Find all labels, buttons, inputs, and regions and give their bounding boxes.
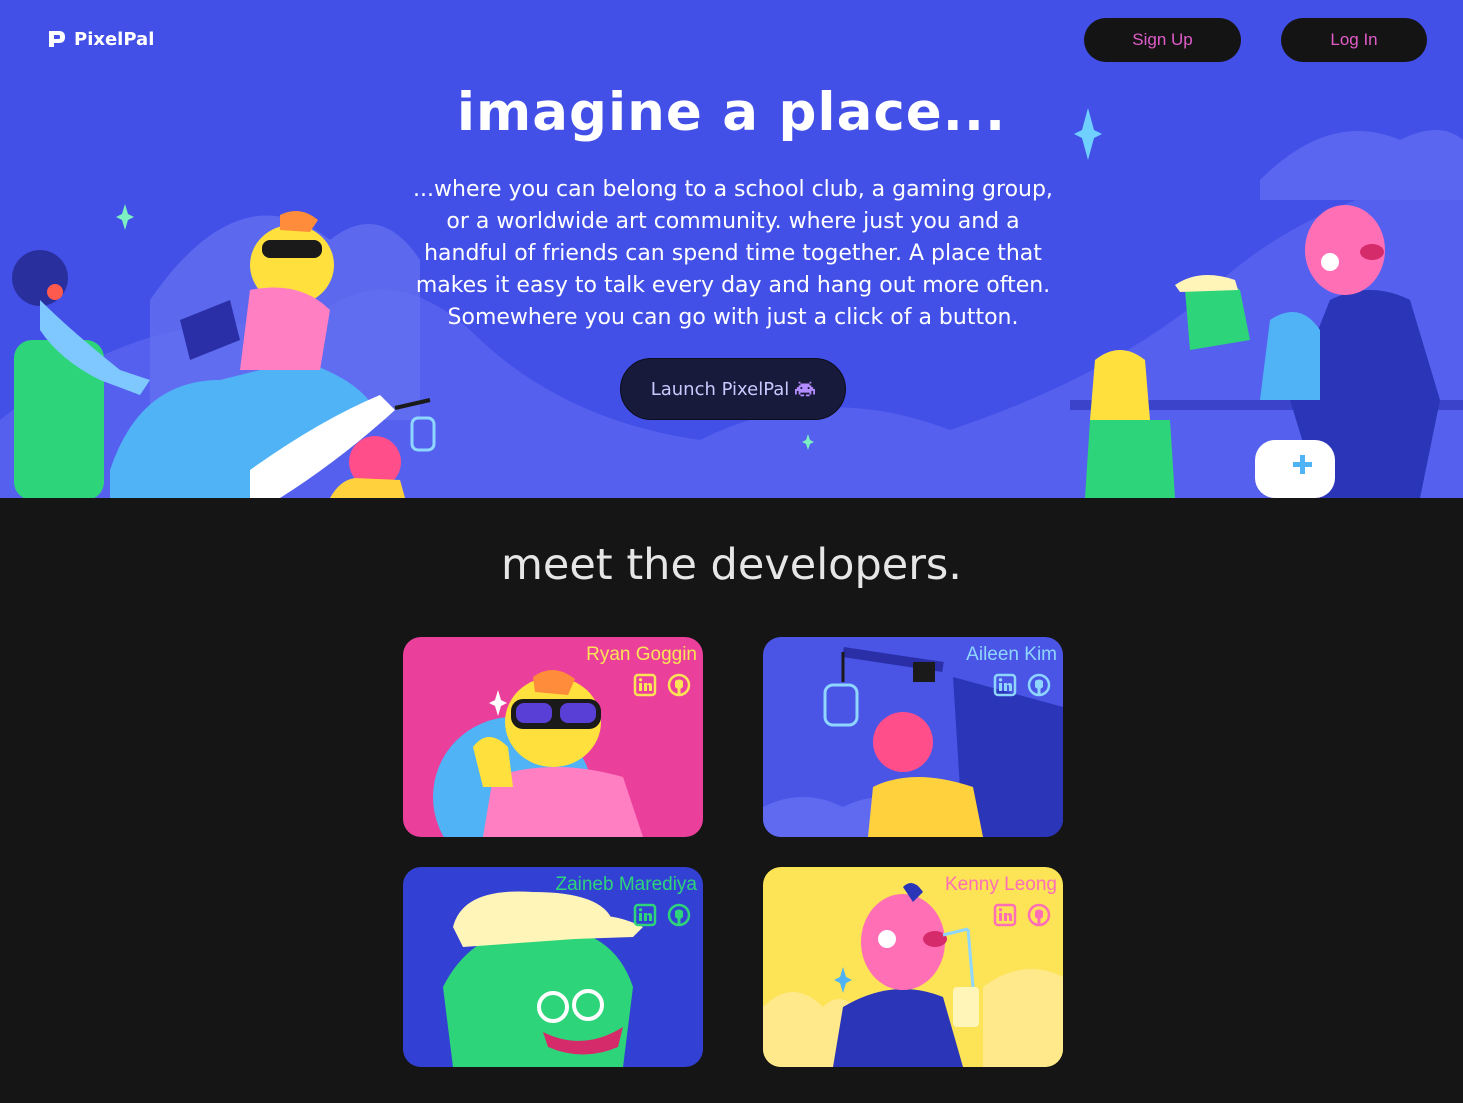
github-icon[interactable] [1027, 903, 1051, 927]
developer-avatar-illustration [433, 669, 643, 837]
developer-card: Aileen Kim [763, 637, 1063, 837]
hero-headline: imagine a place... [456, 82, 1007, 143]
developer-name: Aileen Kim [966, 644, 1057, 665]
github-icon[interactable] [667, 673, 691, 697]
github-icon[interactable] [1027, 673, 1051, 697]
linkedin-icon[interactable] [633, 673, 657, 697]
pixelpal-logo-icon [49, 31, 65, 47]
developer-links [993, 673, 1051, 697]
brand-logo[interactable]: PixelPal [46, 28, 154, 50]
hero-description: ...where you can belong to a school club… [413, 177, 1053, 330]
github-icon[interactable] [667, 903, 691, 927]
signup-button[interactable]: Sign Up [1084, 18, 1241, 62]
developer-avatar-illustration [763, 647, 1063, 837]
developer-name: Zaineb Marediya [555, 874, 697, 895]
developers-title: meet the developers. [501, 540, 962, 590]
developer-name: Ryan Goggin [586, 644, 697, 665]
developer-name: Kenny Leong [945, 874, 1057, 895]
linkedin-icon[interactable] [993, 903, 1017, 927]
linkedin-icon[interactable] [993, 673, 1017, 697]
launch-label: Launch PixelPal [650, 378, 790, 400]
developer-avatar-illustration [443, 891, 643, 1067]
developer-links [633, 903, 691, 927]
developer-links [633, 673, 691, 697]
launch-pixelpal-button[interactable]: Launch PixelPal [620, 358, 846, 420]
developer-links [993, 903, 1051, 927]
hero-section: PixelPal Sign Up Log In imagine a place.… [0, 0, 1463, 498]
alien-invader-icon [795, 381, 816, 397]
developer-card: Kenny Leong [763, 867, 1063, 1067]
developer-card: Ryan Goggin [403, 637, 703, 837]
developer-avatar-illustration [763, 883, 1063, 1067]
login-button[interactable]: Log In [1281, 18, 1427, 62]
brand-name: PixelPal [74, 28, 155, 50]
developer-card: Zaineb Marediya [403, 867, 703, 1067]
linkedin-icon[interactable] [633, 903, 657, 927]
